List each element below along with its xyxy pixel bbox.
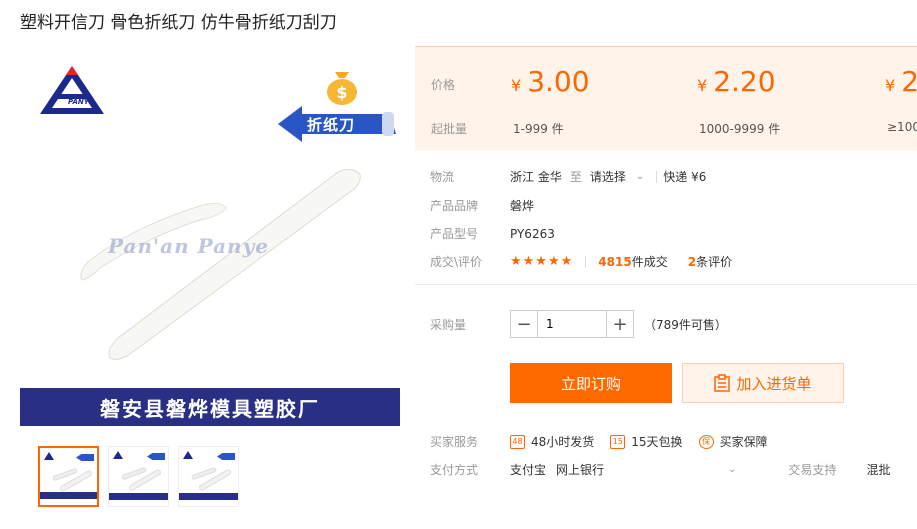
model-row: 产品型号 PY6263 (430, 225, 555, 242)
stock-text: （789件可售） (644, 317, 727, 332)
main-product-image[interactable]: PANYE $ 折纸刀 Pan'an Panye 磐安县磐烨模具塑胶厂 (20, 48, 400, 428)
logo-icon (183, 451, 193, 459)
watermark: Pan'an Panye (108, 234, 269, 258)
deals-label: 成交\评价 (430, 255, 483, 269)
decrease-button[interactable]: − (511, 311, 537, 337)
payment-row: 支付方式 支付宝 网上银行 ⌄ 交易支持 混批 (430, 461, 890, 478)
trade-support-label: 交易支持 (788, 463, 837, 477)
price-tier-3: ¥2 (885, 65, 917, 98)
svg-text:$: $ (336, 83, 347, 102)
logo-icon (113, 451, 123, 459)
moq-tier-3: ≥100 (887, 120, 917, 134)
add-to-cart-label: 加入进货单 (736, 374, 812, 393)
shipping-fee: 快递 ¥6 (663, 170, 707, 184)
logo-icon (44, 452, 54, 460)
company-bar (179, 493, 238, 500)
service-guarantee[interactable]: 保买家保障 (698, 433, 768, 450)
company-bar (40, 492, 97, 499)
price-panel: 价格 起批量 ¥3.00 ¥2.20 ¥2 1-999 件 1000-9999 … (415, 46, 917, 151)
15day-icon: 15 (610, 434, 626, 449)
to-text: 至 (569, 170, 582, 184)
services-row: 买家服务 48 48小时发货 15 15天包换 保买家保障 (430, 433, 784, 450)
chevron-down-icon[interactable]: ⌄ (728, 464, 736, 475)
clipboard-icon (714, 374, 731, 392)
page-title: 塑料开信刀 骨色折纸刀 仿牛骨折纸刀刮刀 (20, 13, 337, 33)
logo-text: PANYE (68, 98, 94, 106)
payment-label: 支付方式 (430, 463, 479, 477)
company-name: 磐安县磐烨模具塑胶厂 (100, 396, 320, 421)
services-label: 买家服务 (430, 435, 479, 449)
banner-label: 折纸刀 (307, 116, 356, 134)
origin-city: 浙江 金华 (510, 170, 562, 184)
shield-icon: 保 (698, 434, 714, 449)
arrow-icon (76, 454, 94, 461)
service-15day[interactable]: 15 15天包换 (610, 433, 683, 450)
thumbnail[interactable] (108, 446, 169, 507)
chevron-down-icon[interactable]: ⌄ (636, 171, 644, 182)
quantity-row: 采购量 − + （789件可售） (430, 310, 727, 338)
divider (656, 170, 658, 183)
increase-button[interactable]: + (607, 311, 633, 337)
quantity-input[interactable] (537, 311, 607, 337)
paper-knives-image (80, 168, 361, 360)
add-to-cart-button[interactable]: 加入进货单 (682, 363, 844, 403)
review-count-link[interactable]: 2条评价 (688, 253, 732, 270)
deal-count-link[interactable]: 4815件成交 (598, 253, 667, 270)
service-48h[interactable]: 48 48小时发货 (510, 433, 594, 450)
price-tier-1: ¥3.00 (511, 65, 590, 98)
deals-row: 成交\评价 ★★★★★ 4815件成交 2条评价 (430, 253, 732, 270)
thumbnail-strip (38, 446, 239, 507)
moq-tier-2: 1000-9999 件 (699, 122, 781, 136)
arrow-icon (217, 453, 235, 460)
divider (585, 255, 587, 268)
quantity-stepper: − + (510, 310, 634, 338)
trade-support-value: 混批 (866, 463, 891, 477)
brand-value: 磐烨 (510, 199, 535, 213)
destination-select[interactable]: 请选择 (590, 168, 626, 185)
company-bar (109, 493, 168, 500)
rating-stars-icon: ★★★★★ (510, 254, 574, 269)
buy-now-button[interactable]: 立即订购 (510, 363, 672, 403)
money-bag-icon: $ (327, 72, 357, 105)
price-label: 价格 (431, 78, 456, 92)
logistics-label: 物流 (430, 170, 455, 184)
arrow-icon (147, 453, 165, 460)
brand-label: 产品品牌 (430, 199, 479, 213)
model-label: 产品型号 (430, 227, 479, 241)
price-tier-2: ¥2.20 (697, 65, 776, 98)
brand-row: 产品品牌 磐烨 (430, 197, 534, 214)
thumbnail[interactable] (38, 446, 99, 507)
model-value: PY6263 (510, 226, 555, 241)
moq-label: 起批量 (431, 122, 468, 136)
quantity-label: 采购量 (430, 317, 467, 332)
section-divider (415, 284, 917, 285)
payment-alipay: 支付宝 (510, 463, 547, 477)
thumbnail[interactable] (178, 446, 239, 507)
company-banner: 磐安县磐烨模具塑胶厂 (20, 388, 400, 426)
company-logo (40, 66, 104, 114)
payment-bank: 网上银行 (556, 463, 605, 477)
moq-tier-1: 1-999 件 (513, 122, 564, 136)
logistics-row: 物流 浙江 金华 至 请选择 ⌄ 快递 ¥6 (430, 168, 706, 185)
48h-icon: 48 (510, 434, 525, 449)
